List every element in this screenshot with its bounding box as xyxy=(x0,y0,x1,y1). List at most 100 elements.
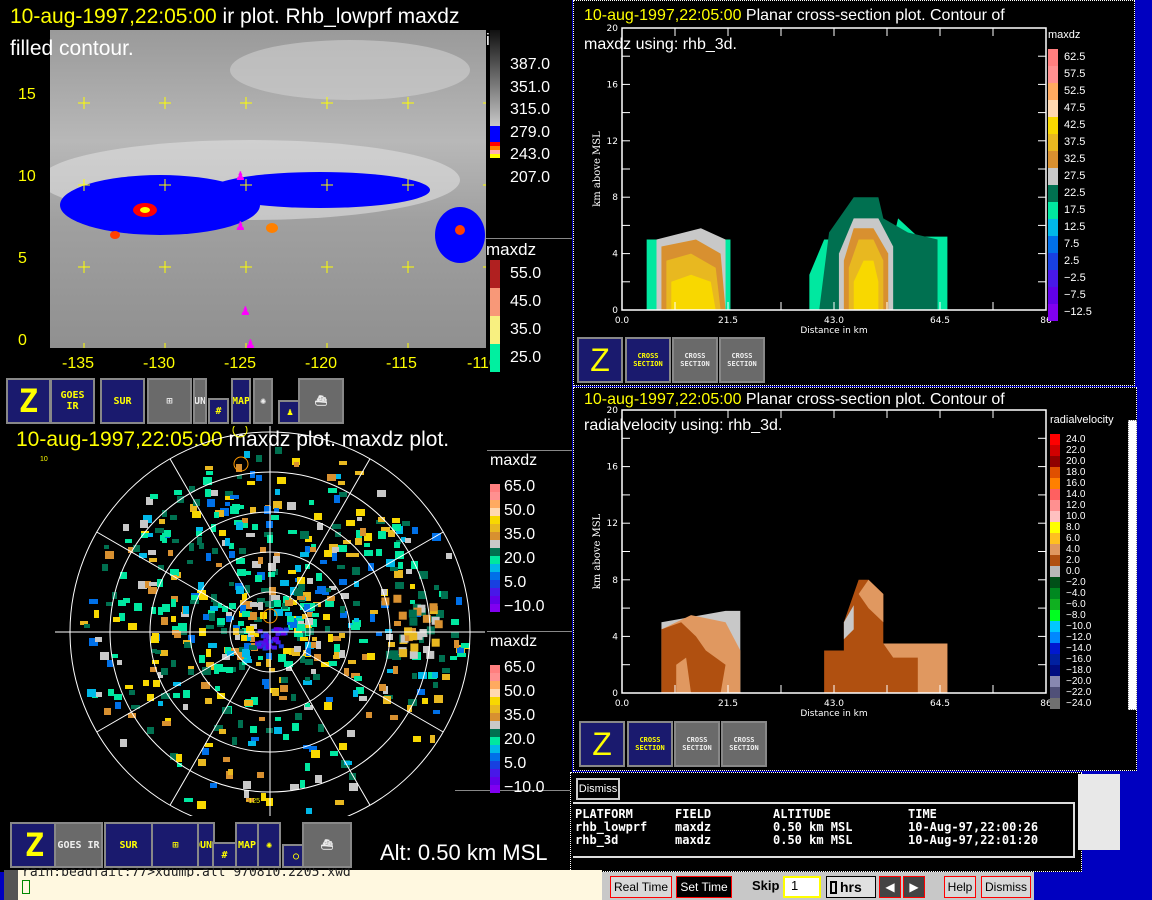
ir-colorbar-labels: 387.0 351.0 315.0 279.0 243.0 207.0 xyxy=(510,56,550,191)
echo-cell xyxy=(367,653,375,660)
cross-section-button[interactable]: CROSS SECTION xyxy=(721,721,767,767)
echo-cell xyxy=(294,462,299,467)
color-swatch xyxy=(1050,555,1060,566)
echo-cell xyxy=(402,521,410,526)
color-swatch xyxy=(490,516,500,524)
echo-cell xyxy=(280,685,288,692)
zebra-tool-button[interactable]: Z xyxy=(579,721,625,767)
colorbar-label: −16.0 xyxy=(1066,653,1092,665)
echo-cell xyxy=(346,520,355,526)
color-swatch xyxy=(1050,577,1060,588)
echo-cell xyxy=(271,515,279,520)
echo-cell xyxy=(431,638,440,647)
echo-cell xyxy=(205,466,213,470)
set-time-button[interactable]: Set Time xyxy=(676,876,732,898)
ship-tool-button[interactable]: ⛴ xyxy=(302,822,352,868)
skip-input[interactable]: 1 xyxy=(783,876,821,898)
dismiss-button[interactable]: Dismiss xyxy=(576,778,620,800)
dismiss-main-button[interactable]: Dismiss xyxy=(981,876,1031,898)
colorbar-label: 45.0 xyxy=(510,293,542,310)
echo-cell xyxy=(457,653,466,657)
echo-cell xyxy=(300,780,305,788)
colorbar-label: 20.0 xyxy=(1066,455,1086,467)
arrow-left-icon: ◀ xyxy=(885,880,895,894)
map-tool-button[interactable]: MAP xyxy=(231,378,251,424)
cross-section-button[interactable]: CROSS SECTION xyxy=(674,721,720,767)
color-swatch xyxy=(490,316,500,344)
echo-cell xyxy=(258,557,263,564)
coldest-cloud-top xyxy=(266,223,278,233)
echo-cell xyxy=(321,662,329,667)
colorbar-row: 18.0 xyxy=(1050,467,1114,478)
x-tick-label: 21.5 xyxy=(718,316,738,326)
zebra-tool-button[interactable]: Z xyxy=(10,822,59,868)
color-swatch xyxy=(490,721,500,729)
color-swatch xyxy=(490,681,500,689)
sur-tool-button[interactable]: SUR xyxy=(104,822,153,868)
color-swatch xyxy=(1050,588,1060,599)
colorbar-label: 4.0 xyxy=(1066,543,1080,555)
terminal-window[interactable]: rain:beaufait:77>xdump.all 970810.2205.x… xyxy=(4,868,602,900)
cross-section-button[interactable]: CROSS SECTION xyxy=(672,337,718,383)
echo-cell xyxy=(332,524,341,529)
radialvelocity-cross-section-panel: 10-aug-1997,22:05:00 Planar cross-sectio… xyxy=(573,387,1137,771)
color-swatch xyxy=(490,761,500,769)
help-button[interactable]: Help xyxy=(944,876,976,898)
table-cell: rhb_3d xyxy=(575,833,619,847)
y-tick-label: 16 xyxy=(607,463,619,473)
rings-tool-button[interactable]: ✺ xyxy=(253,378,273,424)
grid-tool-button[interactable]: # xyxy=(212,842,237,868)
echo-cell xyxy=(206,553,211,561)
table-cell: 10-Aug-97,22:01:20 xyxy=(908,833,1039,847)
echo-cell xyxy=(207,499,215,507)
echo-cell xyxy=(273,556,280,563)
colorbar-row: −20.0 xyxy=(1050,676,1114,687)
colorbar-row: 17.5 xyxy=(1048,202,1092,219)
goes-ir-tool-button[interactable]: GOES IR xyxy=(54,822,103,868)
zebra-tool-button[interactable]: Z xyxy=(6,378,51,424)
echo-cell xyxy=(292,723,299,731)
scrollbar[interactable] xyxy=(1128,420,1137,710)
real-time-button[interactable]: Real Time xyxy=(610,876,672,898)
goes-ir-tool-button[interactable]: GOES IR xyxy=(50,378,95,424)
grid-tool-button[interactable]: # xyxy=(208,398,229,424)
sur-tool-button[interactable]: SUR xyxy=(100,378,145,424)
ir-toolbar: Z GOES IRSUR ⊞ BOUNDS # MAP ✺ ♟ ⛴ xyxy=(0,376,572,426)
map-tool-button[interactable]: MAP xyxy=(235,822,259,868)
echo-cell xyxy=(236,586,244,594)
colorbar-row: 37.5 xyxy=(1048,134,1092,151)
echo-cell xyxy=(340,606,345,613)
echo-cell xyxy=(434,620,443,629)
rings-tool-button[interactable]: ✺ xyxy=(257,822,281,868)
step-forward-button[interactable]: ▶ xyxy=(903,876,925,898)
unit-selector[interactable]: hrs xyxy=(826,876,876,898)
step-back-button[interactable]: ◀ xyxy=(879,876,901,898)
colorbar-row: −16.0 xyxy=(1050,654,1114,665)
colorbar-row: −12.0 xyxy=(1050,632,1114,643)
colorbar-label: 22.0 xyxy=(1066,444,1086,456)
ship-tool-button[interactable]: ⛴ xyxy=(298,378,344,424)
echo-cell xyxy=(117,660,122,665)
echo-cell xyxy=(355,538,362,545)
colorbar-row: −6.0 xyxy=(1050,599,1114,610)
radar-grid-tool-button[interactable]: ⊞ xyxy=(147,378,192,424)
echo-cell xyxy=(229,603,236,609)
terminal-cursor xyxy=(22,880,30,894)
cross-section-button[interactable]: CROSS SECTION xyxy=(627,721,673,767)
radar-grid-tool-button[interactable]: ⊞ xyxy=(151,822,200,868)
echo-cell xyxy=(237,569,246,576)
maxdz-cross-section-plot: 0481216200.0 21.5 43.0 64.5 86Distance in km… xyxy=(592,24,1052,336)
color-swatch xyxy=(1050,599,1060,610)
color-swatch xyxy=(490,564,500,572)
echo-cell xyxy=(439,655,445,662)
bounds-tool-button[interactable]: BOUNDS xyxy=(193,378,207,424)
colorbar-row: 0.0 xyxy=(1050,566,1114,577)
echo-cell xyxy=(359,639,368,643)
echo-cell xyxy=(206,649,211,657)
echo-cell xyxy=(328,634,333,642)
echo-cell xyxy=(105,551,114,559)
cross-section-button[interactable]: CROSS SECTION xyxy=(719,337,765,383)
echo-cell xyxy=(239,548,246,554)
cross-section-button[interactable]: CROSS SECTION xyxy=(625,337,671,383)
zebra-tool-button[interactable]: Z xyxy=(577,337,623,383)
